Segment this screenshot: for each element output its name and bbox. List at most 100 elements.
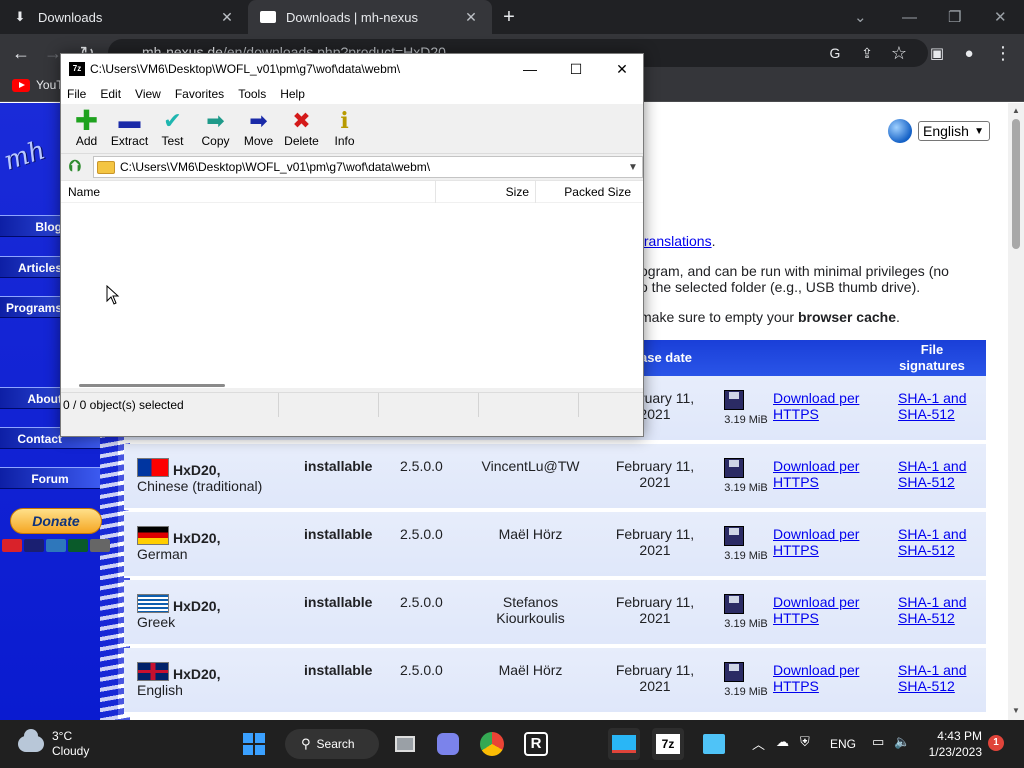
- start-button[interactable]: [238, 728, 270, 760]
- cache-line: make sure to empty your browser cache.: [640, 309, 900, 325]
- profile-icon[interactable]: ●: [958, 42, 980, 64]
- copy-button[interactable]: ➡ Copy: [194, 108, 237, 149]
- bookmark-star-icon[interactable]: ☆: [888, 42, 910, 64]
- page-scrollbar[interactable]: ▲ ▼: [1008, 103, 1024, 720]
- info-label: Info: [334, 134, 355, 148]
- release-date: February 11, 2021: [615, 458, 695, 490]
- test-button[interactable]: ✔ Test: [151, 108, 194, 149]
- path-combobox[interactable]: C:\Users\VM6\Desktop\WOFL_v01\pm\g7\wof\…: [93, 156, 643, 178]
- close-button[interactable]: ✕: [599, 54, 645, 84]
- delete-button[interactable]: ✖ Delete: [280, 108, 323, 149]
- status-segment: [379, 392, 479, 417]
- column-size[interactable]: Size: [436, 181, 536, 203]
- weather-widget[interactable]: 3°C Cloudy: [18, 729, 89, 759]
- menu-help[interactable]: Help: [280, 87, 305, 101]
- tab-mh-nexus[interactable]: Downloads | mh-nexus ✕: [248, 0, 492, 34]
- google-lens-icon[interactable]: G: [824, 42, 846, 64]
- tab-downloads[interactable]: ⬇ Downloads ✕: [0, 0, 248, 34]
- 7zip-title-bar[interactable]: 7z C:\Users\VM6\Desktop\WOFL_v01\pm\g7\w…: [61, 54, 643, 84]
- add-button[interactable]: ✚ Add: [65, 107, 108, 149]
- signature-link[interactable]: SHA-1 and SHA-512: [898, 390, 974, 422]
- scroll-down-icon[interactable]: ▼: [1012, 706, 1020, 715]
- network-app-icon[interactable]: [698, 728, 730, 760]
- download-link[interactable]: Download per HTTPS: [773, 526, 873, 558]
- download-link[interactable]: Download per HTTPS: [773, 594, 873, 626]
- download-link[interactable]: Download per HTTPS: [773, 662, 873, 694]
- minimize-button[interactable]: —: [507, 54, 553, 84]
- maximize-button[interactable]: ☐: [553, 54, 599, 84]
- menu-favorites[interactable]: Favorites: [175, 87, 224, 101]
- download-link-text[interactable]: Download per HTTPS: [773, 526, 873, 558]
- menu-kebab-icon[interactable]: ⋮: [992, 42, 1014, 64]
- minimize-button[interactable]: —: [902, 0, 917, 34]
- defender-icon[interactable]: ⛨: [800, 734, 810, 750]
- system-clock[interactable]: 4:43 PM 1/23/2023: [924, 728, 982, 760]
- info-button[interactable]: i Info: [323, 108, 366, 148]
- teams-chat-icon[interactable]: [432, 728, 464, 760]
- column-name[interactable]: Name: [61, 181, 436, 203]
- cache-bold: browser cache: [797, 309, 897, 325]
- r-app-icon[interactable]: R: [520, 728, 552, 760]
- menu-edit[interactable]: Edit: [100, 87, 121, 101]
- 7zip-taskbar-icon[interactable]: 7z: [652, 728, 684, 760]
- download-link-text[interactable]: Download per HTTPS: [773, 662, 873, 694]
- move-button[interactable]: ➡ Move: [237, 108, 280, 149]
- close-tab-icon[interactable]: ✕: [218, 9, 236, 26]
- taiwan-flag-icon: [137, 458, 169, 477]
- signature-link[interactable]: SHA-1 and SHA-512: [898, 594, 974, 626]
- download-link[interactable]: Download per HTTPS: [773, 458, 873, 490]
- size-text: 3.19 MiB: [724, 550, 768, 562]
- column-packed-size[interactable]: Packed Size: [536, 181, 643, 203]
- download-link-text[interactable]: Download per HTTPS: [773, 458, 873, 490]
- taskbar-search[interactable]: ⚲ Search: [285, 729, 379, 759]
- tab-search-icon[interactable]: ⌄: [854, 0, 867, 34]
- install-type: installable: [304, 526, 373, 542]
- volume-icon[interactable]: 🔈: [894, 734, 910, 750]
- share-icon[interactable]: ⇪: [856, 42, 878, 64]
- notification-badge[interactable]: 1: [988, 735, 1004, 751]
- signature-link[interactable]: SHA-1 and SHA-512: [898, 526, 974, 558]
- display-icon[interactable]: ▭: [872, 734, 884, 750]
- chrome-icon[interactable]: [476, 728, 508, 760]
- signature-link-text[interactable]: SHA-1 and SHA-512: [898, 458, 974, 490]
- menu-view[interactable]: View: [135, 87, 161, 101]
- download-link[interactable]: Download per HTTPS: [773, 390, 873, 422]
- download-link-text[interactable]: Download per HTTPS: [773, 390, 873, 422]
- menu-file[interactable]: File: [67, 87, 86, 101]
- 7zip-menu-bar: File Edit View Favorites Tools Help: [61, 84, 643, 104]
- germany-flag-icon: [137, 526, 169, 545]
- translations-link[interactable]: translations: [640, 233, 712, 249]
- signature-link-text[interactable]: SHA-1 and SHA-512: [898, 526, 974, 558]
- tab-title: Downloads | mh-nexus: [286, 9, 418, 25]
- file-size: 3.19 MiB: [724, 662, 768, 700]
- up-folder-icon[interactable]: ⮉: [65, 157, 85, 177]
- language-select[interactable]: English ▼: [918, 121, 990, 141]
- extract-button[interactable]: ▬ Extract: [108, 108, 151, 149]
- close-window-button[interactable]: ✕: [994, 0, 1007, 34]
- close-tab-icon[interactable]: ✕: [462, 9, 480, 26]
- horizontal-scrollbar[interactable]: [79, 384, 225, 387]
- file-list[interactable]: Name Size Packed Size: [61, 180, 643, 388]
- signature-link-text[interactable]: SHA-1 and SHA-512: [898, 662, 974, 694]
- onedrive-icon[interactable]: ☁: [776, 734, 789, 750]
- signature-link[interactable]: SHA-1 and SHA-512: [898, 662, 974, 694]
- signature-link[interactable]: SHA-1 and SHA-512: [898, 458, 974, 490]
- side-panel-icon[interactable]: ▣: [926, 42, 948, 64]
- chevron-up-icon[interactable]: ︿: [752, 734, 765, 753]
- signature-link-text[interactable]: SHA-1 and SHA-512: [898, 594, 974, 626]
- menu-tools[interactable]: Tools: [238, 87, 266, 101]
- signature-link-text[interactable]: SHA-1 and SHA-512: [898, 390, 974, 422]
- donate-button[interactable]: Donate: [10, 508, 102, 534]
- restore-button[interactable]: ❐: [948, 0, 961, 34]
- chevron-down-icon[interactable]: ▼: [624, 162, 642, 173]
- scrollbar-thumb[interactable]: [1012, 119, 1020, 249]
- download-link-text[interactable]: Download per HTTPS: [773, 594, 873, 626]
- nav-forum[interactable]: Forum: [0, 467, 100, 489]
- new-tab-button[interactable]: +: [498, 6, 520, 29]
- back-icon[interactable]: ←: [10, 42, 32, 64]
- task-view-icon[interactable]: [389, 728, 421, 760]
- 7zip-toolbar: ✚ Add ▬ Extract ✔ Test ➡ Copy ➡ Move ✖ Delete …: [61, 104, 643, 154]
- screen-recorder-icon[interactable]: [608, 728, 640, 760]
- scroll-up-icon[interactable]: ▲: [1012, 106, 1020, 115]
- input-language[interactable]: ENG: [830, 737, 856, 751]
